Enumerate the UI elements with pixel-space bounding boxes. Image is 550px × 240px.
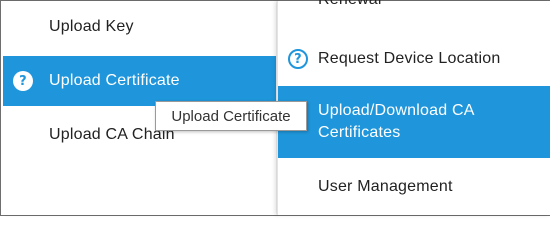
menu-item-request-device-location[interactable]: ? Request Device Location [278,41,550,77]
menu-item-renewal[interactable]: Renewal [278,0,550,13]
tooltip: Upload Certificate [155,101,307,131]
menu-item-label: Upload Certificate [49,72,180,89]
menu-item-label: Renewal [318,0,382,9]
menu-item-label: Upload Key [49,18,134,35]
help-icon: ? [288,49,308,69]
menu-item-label: Upload/Download CA Certificates [318,102,474,141]
menu-item-upload-download-ca-certificates[interactable]: Upload/Download CA Certificates [278,86,550,158]
menu-item-upload-key[interactable]: Upload Key [3,9,276,45]
menu-item-label: Request Device Location [318,50,501,67]
help-icon: ? [13,71,33,91]
menu-item-upload-certificate[interactable]: ? Upload Certificate [3,56,276,106]
right-submenu: Renewal ? Request Device Location Upload… [277,0,550,215]
tooltip-text: Upload Certificate [171,107,291,125]
menu-item-user-management[interactable]: User Management [278,169,550,205]
menu-item-label: User Management [318,178,453,195]
